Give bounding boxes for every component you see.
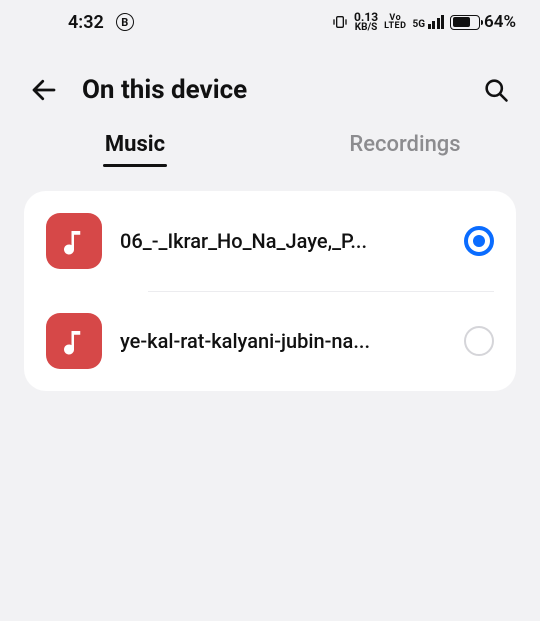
signal-bars-icon — [428, 15, 445, 29]
search-icon — [482, 76, 510, 104]
status-time: 4:32 — [68, 12, 104, 33]
battery-icon — [450, 15, 480, 30]
page-title: On this device — [82, 75, 247, 105]
battery-percent: 64% — [484, 12, 516, 32]
data-rate-unit: KB/S — [355, 23, 378, 32]
track-list: 06_-_Ikrar_Ho_Na_Jaye,_P... ye-kal-rat-k… — [24, 191, 516, 391]
header: On this device — [0, 44, 540, 124]
vibrate-icon — [332, 14, 348, 30]
tabs: Music Recordings — [0, 124, 540, 191]
status-bar: 4:32 B 0.13 KB/S Vo LTED 5G 64% — [0, 0, 540, 44]
tab-recordings[interactable]: Recordings — [270, 132, 540, 167]
b-badge-icon: B — [116, 13, 134, 31]
network-generation: 5G — [412, 21, 425, 29]
list-item[interactable]: 06_-_Ikrar_Ho_Na_Jaye,_P... — [24, 191, 516, 291]
track-name: ye-kal-rat-kalyani-jubin-na... — [120, 329, 446, 353]
music-file-icon — [46, 213, 102, 269]
radio-checked-icon — [464, 226, 494, 256]
radio-unselected[interactable] — [464, 326, 494, 356]
arrow-left-icon — [29, 75, 59, 105]
music-note-icon — [59, 326, 89, 356]
music-note-icon — [59, 226, 89, 256]
back-button[interactable] — [28, 74, 60, 106]
radio-selected[interactable] — [464, 226, 494, 256]
search-button[interactable] — [480, 74, 512, 106]
list-item[interactable]: ye-kal-rat-kalyani-jubin-na... — [24, 291, 516, 391]
track-name: 06_-_Ikrar_Ho_Na_Jaye,_P... — [120, 229, 446, 253]
data-rate-indicator: 0.13 KB/S — [354, 12, 378, 32]
battery-indicator: 64% — [450, 12, 516, 32]
volte-indicator: Vo LTED — [384, 14, 406, 30]
music-file-icon — [46, 313, 102, 369]
status-right: 0.13 KB/S Vo LTED 5G 64% — [332, 12, 516, 32]
tab-music[interactable]: Music — [0, 132, 270, 167]
header-left: On this device — [28, 74, 247, 106]
volte-bottom: LTED — [384, 22, 406, 30]
signal-indicator: 5G — [412, 15, 444, 29]
status-left: 4:32 B — [68, 12, 134, 33]
